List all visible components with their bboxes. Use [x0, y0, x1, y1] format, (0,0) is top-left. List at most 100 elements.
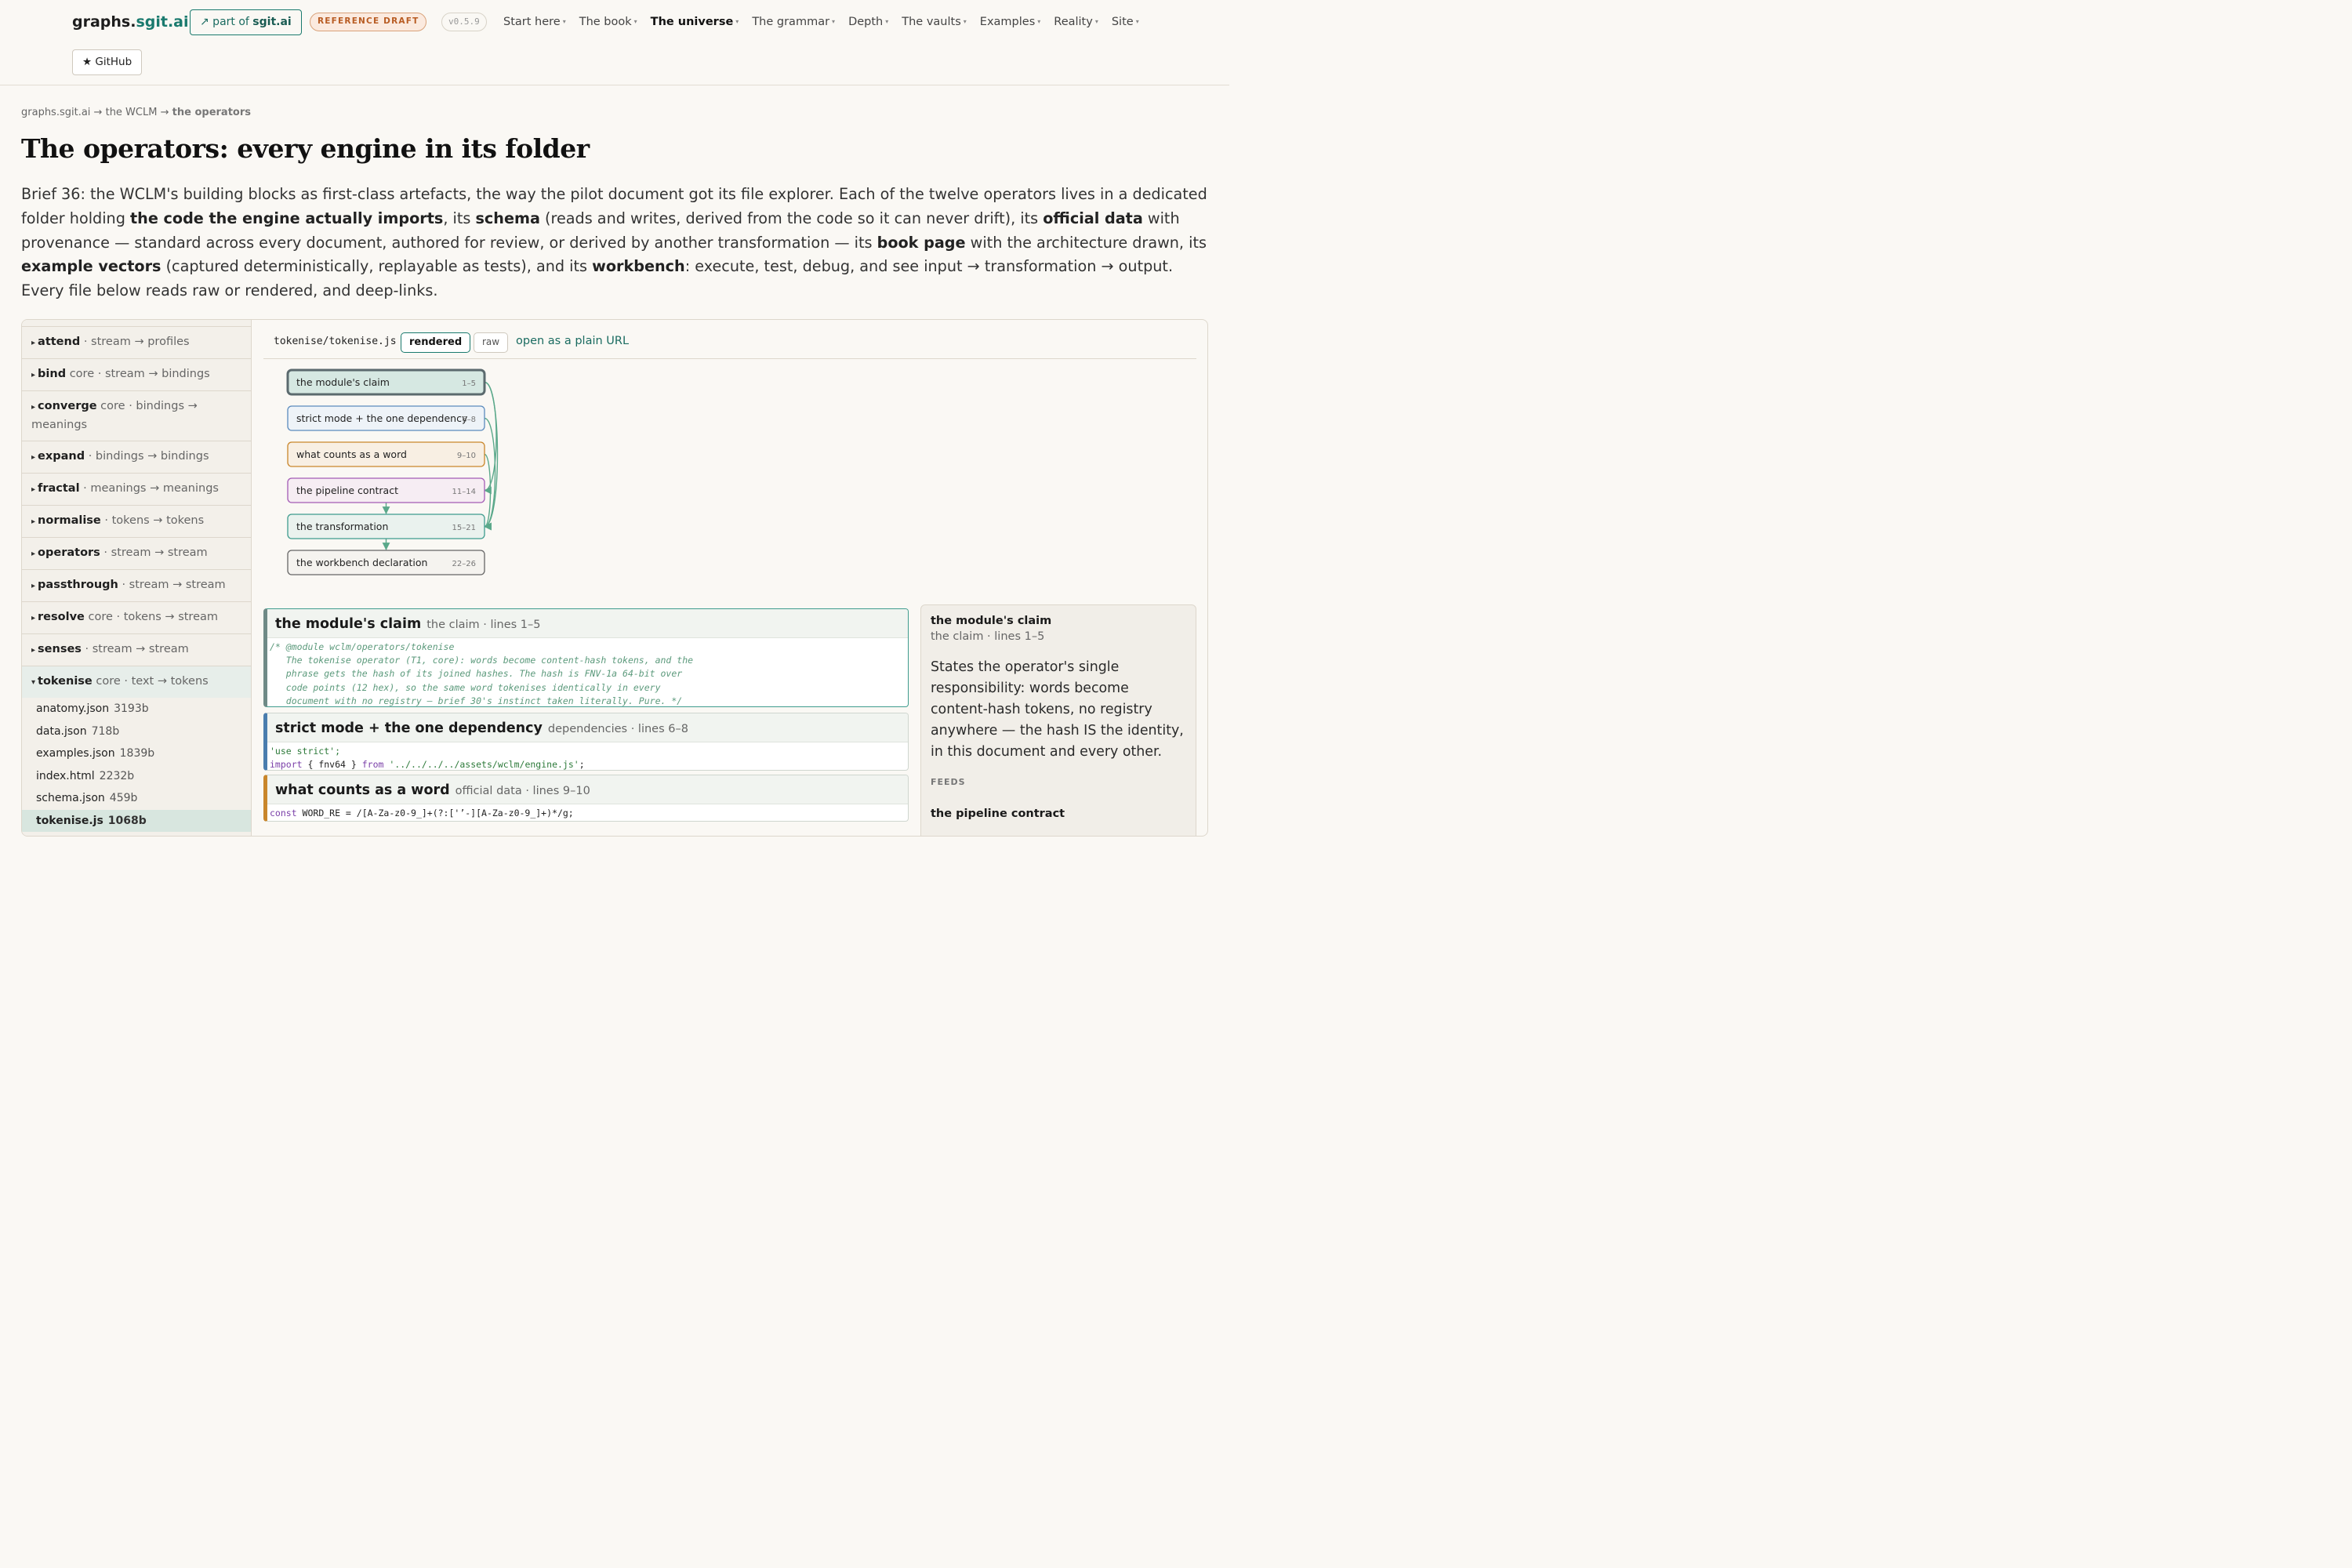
diagram-node-lines: 1–5	[462, 379, 476, 388]
code-block: /* @module wclm/operators/tokenise The t…	[270, 641, 694, 706]
section-header: the module's claim the claim · lines 1–5	[267, 609, 908, 638]
intro-text: (reads and writes, derived from the code…	[539, 209, 1044, 227]
diagram-node[interactable]: the transformation 15–21	[287, 514, 485, 539]
file-name: schema.json	[36, 792, 105, 804]
file-item[interactable]: schema.json 459b	[22, 787, 251, 810]
nav-item[interactable]: The grammar ▾	[752, 13, 835, 31]
operator-signature: · stream → stream	[100, 546, 208, 559]
file-item[interactable]: tokenise.md2194b	[22, 832, 251, 836]
code-section-strict-mode[interactable]: strict mode + the one dependency dependen…	[263, 713, 909, 771]
feeds-target-link[interactable]: the pipeline contract	[931, 808, 1186, 820]
detail-subtitle: the claim · lines 1–5	[931, 630, 1045, 643]
operator-signature: · stream → stream	[81, 643, 189, 655]
operator-folder-normalise[interactable]: ▸ normalise · tokens → tokens	[22, 505, 251, 537]
chevron-right-icon: ▸	[31, 485, 36, 494]
chevron-right-icon: ▸	[31, 517, 36, 526]
code-section-module-claim[interactable]: the module's claim the claim · lines 1–5 …	[263, 608, 909, 707]
code-text: WORD_RE = /[A-Za-z0-9_]+(?:['’-][A-Za-z0…	[296, 808, 574, 818]
operator-folder-bind[interactable]: ▸ bind core · stream → bindings	[22, 358, 251, 390]
operator-signature: · stream → profiles	[80, 336, 190, 348]
nav-item[interactable]: The universe ▾	[651, 13, 739, 31]
file-item[interactable]: examples.json 1839b	[22, 742, 251, 765]
chevron-right-icon: ▸	[31, 371, 36, 379]
chevron-down-icon: ▾	[832, 18, 836, 25]
operator-name: expand	[38, 450, 85, 463]
diagram-node[interactable]: the workbench declaration 22–26	[287, 550, 485, 575]
nav-item[interactable]: Reality ▾	[1054, 13, 1098, 31]
page-title: The operators: every engine in its folde…	[21, 133, 590, 164]
nav-item[interactable]: The vaults ▾	[902, 13, 967, 31]
nav-item-label: The universe	[650, 16, 734, 28]
chevron-down-icon: ▾	[1037, 18, 1041, 25]
code-keyword: import	[270, 759, 303, 771]
operator-sidebar[interactable]: ▸ attend · stream → profiles ▸ bind core · …	[22, 320, 252, 836]
chevron-down-icon: ▾	[1094, 18, 1098, 25]
chevron-right-icon: ▸	[31, 453, 36, 462]
nav-item-label: The vaults	[902, 16, 961, 28]
nav-item[interactable]: Start here ▾	[503, 13, 566, 31]
intro-emphasis: workbench	[592, 257, 685, 276]
operator-name: fractal	[38, 482, 80, 495]
operator-folder-tokenise[interactable]: ▾ tokenise core · text → tokens	[22, 666, 251, 698]
file-item[interactable]: data.json 718b	[22, 720, 251, 743]
main-nav: Start here ▾ The book ▾ The universe ▾ The gra…	[503, 13, 1139, 31]
operator-file-explorer: ▸ attend · stream → profiles ▸ bind core · …	[21, 319, 1208, 837]
diagram-node-lines: 22–26	[452, 560, 476, 568]
operator-signature: · meanings → meanings	[79, 482, 219, 495]
file-item[interactable]: anatomy.json 3193b	[22, 698, 251, 720]
diagram-node-label: strict mode + the one dependency	[296, 412, 468, 424]
breadcrumb-separator: →	[93, 107, 103, 118]
chevron-right-icon: ▸	[31, 582, 36, 590]
operator-name: normalise	[38, 514, 101, 527]
operator-folder-converge[interactable]: ▸ converge core · bindings → meanings	[22, 390, 251, 441]
intro-paragraph: Brief 36: the WCLM's building blocks as …	[21, 183, 1213, 303]
diagram-node-label: the module's claim	[296, 376, 390, 388]
chevron-right-icon: ▸	[31, 614, 36, 622]
github-button[interactable]: ★ GitHub	[72, 49, 143, 75]
file-name: anatomy.json	[36, 702, 110, 715]
code-block: const WORD_RE = /[A-Za-z0-9_]+(?:['’-][A…	[267, 804, 908, 821]
operator-folder-resolve[interactable]: ▸ resolve core · tokens → stream	[22, 601, 251, 633]
file-name: tokenise.js	[36, 814, 103, 827]
operator-signature: · bindings → bindings	[85, 450, 209, 463]
part-of-sgit-link[interactable]: ↗ part of sgit.ai	[190, 9, 302, 35]
chevron-down-icon: ▾	[735, 18, 739, 25]
operator-folder-operators[interactable]: ▸ operators · stream → stream	[22, 537, 251, 569]
file-item[interactable]: tokenise.js 1068b	[22, 809, 251, 832]
nav-item-label: Site	[1111, 16, 1134, 28]
operator-folder-fractal[interactable]: ▸ fractal · meanings → meanings	[22, 473, 251, 505]
breadcrumb-parent[interactable]: the WCLM	[106, 107, 158, 118]
file-name: data.json	[36, 724, 87, 738]
nav-item[interactable]: The book ▾	[579, 13, 637, 31]
file-name: examples.json	[36, 747, 115, 760]
nav-item-label: Examples	[979, 16, 1036, 28]
file-size: 459b	[109, 792, 138, 804]
breadcrumb-site[interactable]: graphs.sgit.ai	[21, 107, 90, 118]
chevron-down-icon: ▾	[1135, 18, 1139, 25]
operator-folder-senses[interactable]: ▸ senses · stream → stream	[22, 633, 251, 666]
operator-folder-expand[interactable]: ▸ expand · bindings → bindings	[22, 441, 251, 473]
nav-item[interactable]: Depth ▾	[848, 13, 888, 31]
code-string: '../../../../assets/wclm/engine.js'	[389, 759, 579, 771]
nav-item-label: The book	[579, 16, 632, 28]
code-section-word-regex[interactable]: what counts as a word official data · lin…	[263, 775, 909, 822]
chevron-down-icon: ▾	[633, 18, 637, 25]
site-logo[interactable]: graphs.sgit.ai	[72, 11, 189, 33]
operator-folder-attend[interactable]: ▸ attend · stream → profiles	[22, 326, 251, 358]
diagram-node-lines: 9–10	[457, 452, 476, 460]
code-text: { fnv64 }	[302, 759, 362, 771]
diagram-node[interactable]: what counts as a word 9–10	[287, 441, 485, 467]
code-keyword: from	[361, 759, 384, 771]
diagram-node[interactable]: the pipeline contract 11–14	[287, 477, 485, 503]
breadcrumb-current: the operators	[172, 107, 251, 118]
file-item[interactable]: index.html 2232b	[22, 765, 251, 788]
nav-item[interactable]: Examples ▾	[980, 13, 1040, 31]
operator-folder-passthrough[interactable]: ▸ passthrough · stream → stream	[22, 569, 251, 601]
diagram-node[interactable]: strict mode + the one dependency6–8	[287, 405, 485, 431]
open-plain-url-link[interactable]: open as a plain URL	[516, 335, 629, 347]
file-size: 2232b	[99, 769, 135, 782]
operator-name: operators	[38, 546, 100, 559]
nav-item[interactable]: Site ▾	[1112, 13, 1139, 31]
intro-emphasis: example vectors	[21, 257, 162, 276]
diagram-node[interactable]: the module's claim 1–5	[286, 368, 486, 396]
